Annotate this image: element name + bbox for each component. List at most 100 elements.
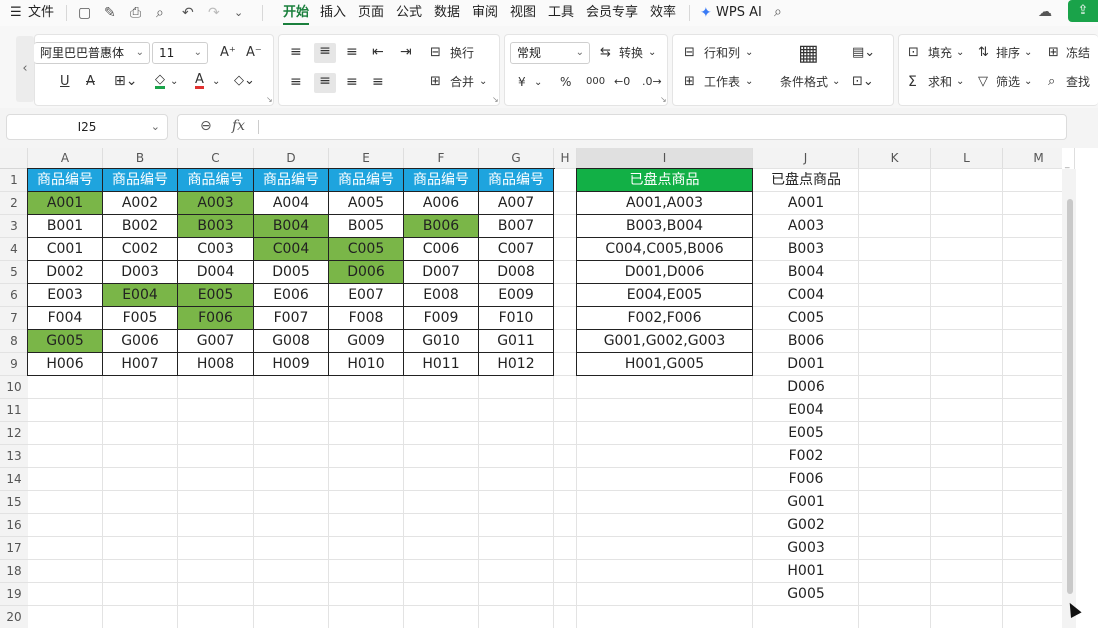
undo-icon[interactable]: ↶ (182, 4, 194, 22)
list-cell[interactable]: H001 (753, 560, 859, 583)
row-header[interactable]: 13 (0, 445, 28, 468)
column-header-i[interactable]: I (577, 148, 753, 169)
vertical-scrollbar[interactable]: ‾ (1062, 167, 1076, 628)
list-cell[interactable]: F002 (753, 445, 859, 468)
convert-button[interactable]: 转换 (619, 45, 643, 61)
row-header[interactable]: 4 (0, 238, 28, 261)
column-header-h[interactable]: H (554, 148, 577, 169)
table-cell[interactable]: H012 (479, 353, 554, 376)
highlighted-cell[interactable]: C004 (254, 238, 329, 261)
table-cell[interactable]: C001 (28, 238, 103, 261)
summary-cell[interactable]: G001,G002,G003 (577, 330, 753, 353)
table-cell[interactable]: F005 (103, 307, 178, 330)
table-cell[interactable]: D005 (254, 261, 329, 284)
column-header-f[interactable]: F (404, 148, 479, 169)
list-cell[interactable]: G003 (753, 537, 859, 560)
table-header-cell[interactable]: 商品编号 (178, 169, 254, 192)
align-left-icon[interactable]: ≡ (290, 74, 302, 90)
summary-cell[interactable]: B003,B004 (577, 215, 753, 238)
table-cell[interactable]: B001 (28, 215, 103, 238)
highlighted-cell[interactable]: E005 (178, 284, 254, 307)
table-cell[interactable]: H011 (404, 353, 479, 376)
convert-dropdown-icon[interactable]: ⌄ (648, 45, 656, 61)
sort-dropdown-icon[interactable]: ⌄ (1024, 45, 1032, 61)
currency-dropdown-icon[interactable]: ⌄ (534, 75, 542, 91)
increase-decimal-icon[interactable]: ←0 (614, 74, 630, 90)
table-cell[interactable]: B002 (103, 215, 178, 238)
list-cell[interactable]: C005 (753, 307, 859, 330)
print-icon[interactable]: ⎙ (130, 4, 141, 22)
number-format-dropdown[interactable]: 常规 ⌄ (510, 42, 590, 64)
conditional-format-icon[interactable]: ▦ (798, 42, 819, 66)
list-cell[interactable]: B004 (753, 261, 859, 284)
freeze-button[interactable]: 冻结 (1066, 45, 1090, 61)
table-cell[interactable]: A004 (254, 192, 329, 215)
list-cell[interactable]: A003 (753, 215, 859, 238)
table-cell[interactable]: H009 (254, 353, 329, 376)
table-cell[interactable]: F007 (254, 307, 329, 330)
highlighted-cell[interactable]: D006 (329, 261, 404, 284)
scroll-up-icon[interactable]: ‾ (1065, 167, 1070, 177)
highlighted-cell[interactable]: C005 (329, 238, 404, 261)
table-cell[interactable]: F004 (28, 307, 103, 330)
row-header[interactable]: 8 (0, 330, 28, 353)
tab-view[interactable]: 视图 (510, 4, 536, 22)
table-cell[interactable]: H007 (103, 353, 178, 376)
table-cell[interactable]: D002 (28, 261, 103, 284)
filter-icon[interactable]: ▽ (978, 74, 988, 90)
currency-icon[interactable]: ¥ (518, 74, 526, 90)
select-all-corner[interactable] (0, 148, 28, 169)
fill-icon[interactable]: ⊡ (908, 45, 919, 61)
list-cell[interactable]: A001 (753, 192, 859, 215)
find-icon[interactable]: ⌕ (1048, 74, 1055, 90)
summary-header-cell[interactable]: 已盘点商品 (577, 169, 753, 192)
align-bottom-icon[interactable]: ≡ (346, 44, 358, 60)
list-cell[interactable]: E004 (753, 399, 859, 422)
justify-icon[interactable]: ≡ (372, 74, 384, 90)
cloud-icon[interactable]: ☁ (1038, 3, 1052, 21)
menu-file[interactable]: 文件 (28, 4, 54, 22)
font-color-icon[interactable]: A (195, 73, 204, 89)
sum-dropdown-icon[interactable]: ⌄ (956, 74, 964, 90)
conditional-format-button[interactable]: 条件格式 (780, 74, 828, 90)
row-header[interactable]: 20 (0, 606, 28, 628)
font-name-dropdown[interactable]: 阿里巴巴普惠体 ⌄ (34, 42, 150, 64)
fill-button[interactable]: 填充 (928, 45, 952, 61)
row-header[interactable]: 19 (0, 583, 28, 606)
decrease-decimal-icon[interactable]: .0→ (642, 74, 662, 90)
tab-efficiency[interactable]: 效率 (650, 4, 676, 22)
strikethrough-icon[interactable]: A (86, 74, 95, 90)
table-cell[interactable]: H006 (28, 353, 103, 376)
table-cell[interactable]: H008 (178, 353, 254, 376)
convert-icon[interactable]: ⇆ (600, 45, 611, 61)
highlighted-cell[interactable]: F006 (178, 307, 254, 330)
highlighted-cell[interactable]: G005 (28, 330, 103, 353)
column-header-b[interactable]: B (103, 148, 178, 169)
column-header-e[interactable]: E (329, 148, 404, 169)
tab-data[interactable]: 数据 (434, 4, 460, 22)
row-col-icon[interactable]: ⊟ (684, 45, 695, 61)
table-cell[interactable]: F008 (329, 307, 404, 330)
table-cell[interactable]: A002 (103, 192, 178, 215)
list-cell[interactable]: B003 (753, 238, 859, 261)
list-cell[interactable]: C004 (753, 284, 859, 307)
font-dialog-launcher-icon[interactable]: ↘ (266, 92, 273, 108)
table-header-cell[interactable]: 商品编号 (28, 169, 103, 192)
row-col-dropdown-icon[interactable]: ⌄ (745, 45, 753, 61)
table-cell[interactable]: F010 (479, 307, 554, 330)
table-cell[interactable]: E008 (404, 284, 479, 307)
table-cell[interactable]: D008 (479, 261, 554, 284)
save-icon[interactable]: ▢ (78, 4, 91, 22)
table-cell[interactable]: D004 (178, 261, 254, 284)
increase-font-icon[interactable]: A⁺ (220, 45, 236, 61)
wps-ai-button[interactable]: WPS AI (716, 4, 762, 22)
table-cell[interactable]: C006 (404, 238, 479, 261)
table-cell[interactable]: D003 (103, 261, 178, 284)
column-header-d[interactable]: D (254, 148, 329, 169)
tab-home[interactable]: 开始 (283, 4, 309, 22)
table-header-cell[interactable]: 商品编号 (254, 169, 329, 192)
list-cell[interactable]: B006 (753, 330, 859, 353)
row-header[interactable]: 6 (0, 284, 28, 307)
row-header[interactable]: 3 (0, 215, 28, 238)
row-header[interactable]: 2 (0, 192, 28, 215)
